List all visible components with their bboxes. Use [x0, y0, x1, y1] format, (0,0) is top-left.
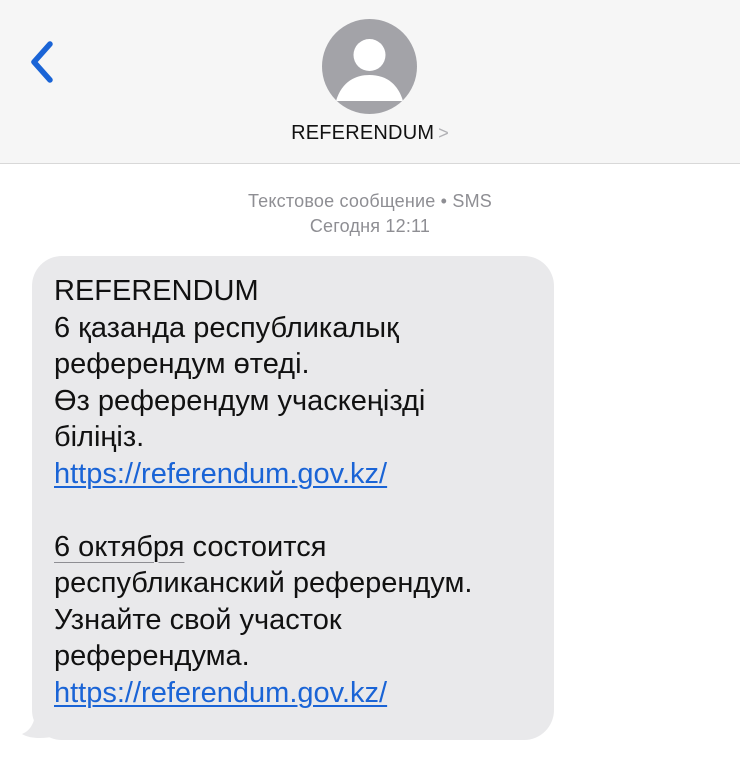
message-ru-line-4: референдума. — [54, 640, 250, 672]
message-type-label: Текстовое сообщение • SMS — [248, 191, 492, 211]
message-bubble[interactable]: REFERENDUM 6 қазанда республикалық рефер… — [32, 256, 554, 740]
message-ru-line-2: республиканский референдум. — [54, 567, 473, 599]
person-icon — [336, 39, 403, 101]
back-button[interactable] — [20, 36, 64, 92]
incoming-message[interactable]: REFERENDUM 6 қазанда республикалық рефер… — [22, 256, 557, 740]
chevron-right-icon: > — [438, 123, 449, 143]
referendum-link-1[interactable]: https://referendum.gov.kz/ — [54, 458, 387, 490]
message-kz-line-2: референдум өтеді. — [54, 348, 310, 380]
contact-title[interactable]: REFERENDUM > — [0, 122, 740, 145]
message-kz-line-4: біліңіз. — [54, 421, 145, 453]
message-timestamp: Сегодня 12:11 — [309, 216, 431, 236]
message-ru-line-1-rest: состоится — [184, 530, 327, 563]
contact-name[interactable]: REFERENDUM — [291, 122, 434, 145]
message-ru-line-3: Узнайте свой участок — [54, 603, 342, 636]
message-kz-line-3: Өз референдум учаскеңізді — [54, 384, 426, 417]
message-sender-line: REFERENDUM — [54, 275, 259, 307]
contact-avatar[interactable] — [322, 19, 417, 114]
date-detector-link[interactable]: 6 октября — [54, 531, 184, 563]
referendum-link-2[interactable]: https://referendum.gov.kz/ — [54, 677, 387, 709]
conversation-header: REFERENDUM > — [0, 0, 740, 164]
message-kz-line-1: 6 қазанда республикалық — [54, 311, 399, 344]
message-spacer — [54, 492, 534, 529]
chevron-left-icon — [31, 41, 53, 83]
